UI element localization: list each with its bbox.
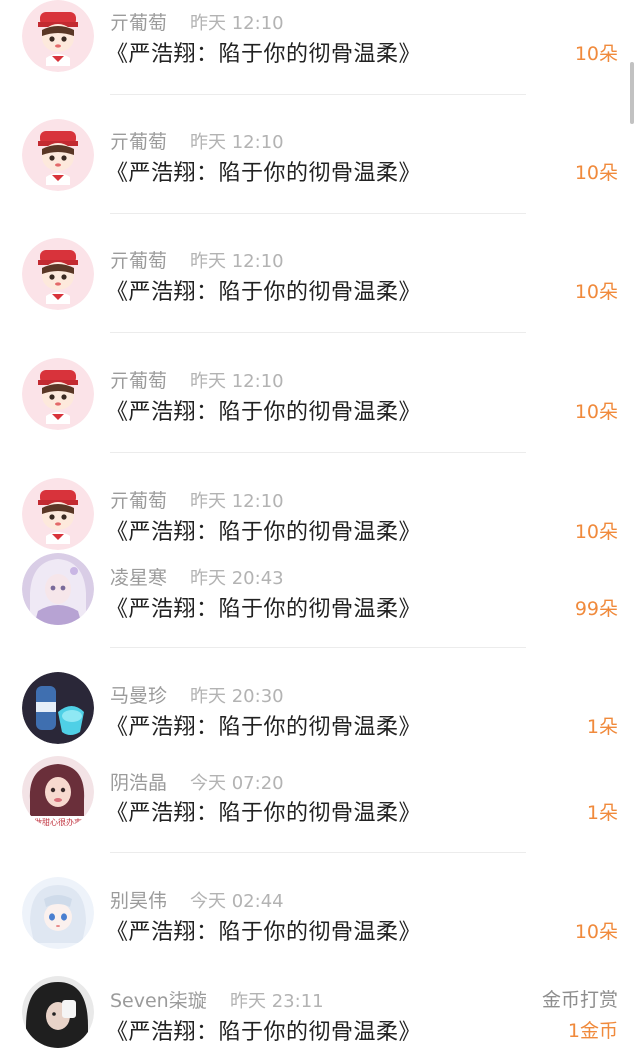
send-time: 昨天 23:11 (230, 991, 324, 1012)
gift-record-list: 亓葡萄 昨天 12:10 《严浩翔：陷于你的彻骨温柔》 10朵 亓葡萄 昨天 1… (0, 0, 640, 1058)
sender-name: 亓葡萄 (110, 131, 168, 153)
scrollbar[interactable] (630, 62, 634, 124)
cartoon-avatar-icon[interactable] (22, 238, 94, 310)
list-item[interactable]: 亓葡萄 昨天 12:10 《严浩翔：陷于你的彻骨温柔》 10朵 (0, 238, 640, 338)
sender-name: 亓葡萄 (110, 490, 168, 512)
list-item[interactable]: 别昊伟 今天 02:44 《严浩翔：陷于你的彻骨温柔》 10朵 (0, 877, 640, 977)
book-title[interactable]: 《严浩翔：陷于你的彻骨温柔》 (106, 1014, 421, 1046)
cartoon-avatar-icon[interactable] (22, 358, 94, 430)
sender-name: 阴浩晶 (110, 772, 168, 794)
divider (110, 852, 526, 853)
list-item[interactable]: 做甜心很办事 阴浩晶 今天 07:20 《严浩翔：陷于你的彻骨温柔》 1朵 (0, 756, 640, 856)
sender-name: 亓葡萄 (110, 12, 168, 34)
divider (110, 452, 526, 453)
gift-amount: 10朵 (574, 162, 618, 184)
sender-name: 别昊伟 (110, 890, 168, 912)
list-item[interactable]: 凌星寒 昨天 20:43 《严浩翔：陷于你的彻骨温柔》 99朵 (0, 553, 640, 653)
bottle-avatar-icon[interactable] (22, 672, 94, 744)
cartoon-avatar-icon[interactable] (22, 119, 94, 191)
book-title[interactable]: 《严浩翔：陷于你的彻骨温柔》 (106, 274, 421, 306)
book-title[interactable]: 《严浩翔：陷于你的彻骨温柔》 (106, 914, 421, 946)
gift-amount: 1朵 (586, 802, 618, 824)
photo-avatar-icon[interactable]: 做甜心很办事 (22, 756, 94, 828)
gift-amount: 10朵 (574, 281, 618, 303)
list-item[interactable]: 亓葡萄 昨天 12:10 《严浩翔：陷于你的彻骨温柔》 10朵 (0, 358, 640, 458)
gift-amount: 99朵 (574, 598, 618, 620)
book-title[interactable]: 《严浩翔：陷于你的彻骨温柔》 (106, 394, 421, 426)
send-time: 昨天 20:43 (190, 568, 284, 589)
gift-amount: 1朵 (586, 716, 618, 738)
divider (110, 94, 526, 95)
dark-photo-avatar-icon[interactable] (22, 976, 94, 1048)
sender-name: Seven柒璇 (110, 990, 207, 1012)
divider (110, 647, 526, 648)
send-time: 昨天 12:10 (190, 251, 284, 272)
gift-amount: 10朵 (574, 921, 618, 943)
svg-text:做甜心很办事: 做甜心很办事 (34, 817, 82, 827)
send-time: 昨天 12:10 (190, 13, 284, 34)
send-time: 今天 02:44 (190, 891, 284, 912)
list-item[interactable]: 亓葡萄 昨天 12:10 《严浩翔：陷于你的彻骨温柔》 10朵 (0, 119, 640, 219)
book-title[interactable]: 《严浩翔：陷于你的彻骨温柔》 (106, 36, 421, 68)
gift-amount: 10朵 (574, 521, 618, 543)
gift-amount: 1金币 (567, 1020, 618, 1042)
send-time: 昨天 12:10 (190, 132, 284, 153)
book-title[interactable]: 《严浩翔：陷于你的彻骨温柔》 (106, 591, 421, 623)
sender-name: 凌星寒 (110, 567, 168, 589)
cartoon-avatar-icon[interactable] (22, 478, 94, 550)
book-title[interactable]: 《严浩翔：陷于你的彻骨温柔》 (106, 155, 421, 187)
anime-avatar-icon[interactable] (22, 877, 94, 949)
gift-amount: 10朵 (574, 401, 618, 423)
book-title[interactable]: 《严浩翔：陷于你的彻骨温柔》 (106, 709, 421, 741)
send-time: 昨天 12:10 (190, 371, 284, 392)
divider (110, 213, 526, 214)
book-title[interactable]: 《严浩翔：陷于你的彻骨温柔》 (106, 514, 421, 546)
send-time: 昨天 12:10 (190, 491, 284, 512)
list-item[interactable]: Seven柒璇 昨天 23:11 《严浩翔：陷于你的彻骨温柔》 金币打赏 1金币 (0, 976, 640, 1058)
doll-avatar-icon[interactable] (22, 553, 94, 625)
gift-amount: 10朵 (574, 43, 618, 65)
sender-name: 亓葡萄 (110, 370, 168, 392)
sender-name: 亓葡萄 (110, 250, 168, 272)
send-time: 今天 07:20 (190, 773, 284, 794)
sender-name: 马曼珍 (110, 685, 168, 707)
divider (110, 332, 526, 333)
list-item[interactable]: 亓葡萄 昨天 12:10 《严浩翔：陷于你的彻骨温柔》 10朵 (0, 0, 640, 100)
book-title[interactable]: 《严浩翔：陷于你的彻骨温柔》 (106, 795, 421, 827)
send-time: 昨天 20:30 (190, 686, 284, 707)
cartoon-avatar-icon[interactable] (22, 0, 94, 72)
gift-type-label: 金币打赏 (541, 989, 618, 1011)
